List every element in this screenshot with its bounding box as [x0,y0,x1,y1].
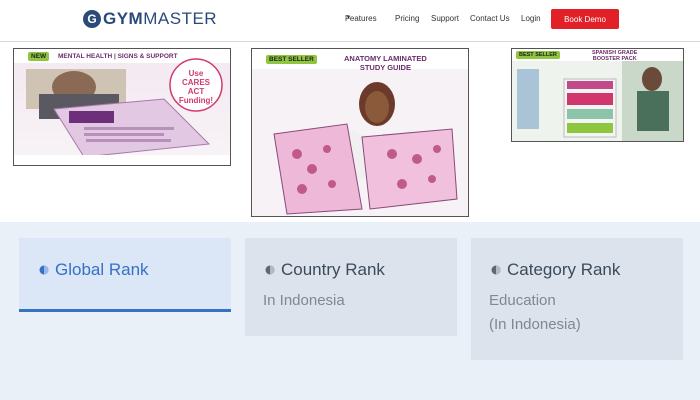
category-name: Education [489,292,556,309]
product-3-banner: SPANISH GRADE BOOSTER PACK [592,50,637,62]
nav-pricing[interactable]: Pricing [395,14,419,23]
country-rank-title-row: Country Rank [265,260,385,280]
tab-global-rank[interactable]: Global Rank [19,238,231,312]
rank-icon [265,265,275,275]
tab-country-rank[interactable]: Country Rank In Indonesia [245,238,457,336]
country-rank-title: Country Rank [281,260,385,279]
global-rank-title: Global Rank [55,260,149,279]
callout-line-3: Funding! [178,96,214,105]
category-rank-title: Category Rank [507,260,621,279]
spanish-booster-illustration [512,49,683,141]
site-header: G GYMMASTER Features ▾ Pricing Support Co… [0,0,700,42]
product-3-banner-line-2: BOOSTER PACK [592,56,637,62]
country-rank-location: In Indonesia [263,292,345,309]
product-image-anatomy[interactable]: BEST SELLER ANATOMY LAMINATED STUDY GUID… [251,48,469,217]
category-rank-location: (In Indonesia) [489,316,581,333]
tab-category-rank[interactable]: Category Rank Education (In Indonesia) [471,238,683,360]
best-seller-badge: BEST SELLER [266,55,317,64]
active-tab-indicator [19,309,231,312]
new-badge: NEW [28,52,50,61]
product-image-spanish[interactable]: BEST SELLER SPANISH GRADE BOOSTER PACK [511,48,684,142]
rank-icon [491,265,501,275]
cares-act-callout: Use CARES ACT Funding! [174,69,218,105]
category-rank-title-row: Category Rank [491,260,620,280]
rank-icon [39,265,49,275]
anatomy-illustration [252,49,468,215]
nav-login[interactable]: Login [521,14,541,23]
chevron-down-icon: ▾ [347,15,351,21]
product-2-banner-line-2: STUDY GUIDE [359,63,411,72]
callout-line-1: Use [188,69,204,78]
rank-section: Global Rank Country Rank In Indonesia Ca… [0,222,700,400]
book-demo-button[interactable]: Book Demo [551,9,619,29]
product-1-banner: MENTAL HEALTH | SIGNS & SUPPORT [58,53,178,60]
product-image-mental-health[interactable]: NEW MENTAL HEALTH | SIGNS & SUPPORT Use … [13,48,231,166]
nav-support[interactable]: Support [431,14,459,23]
callout-line-2: CARES ACT [181,78,210,96]
product-2-banner: ANATOMY LAMINATED STUDY GUIDE [344,54,427,72]
global-rank-title-row: Global Rank [39,260,149,280]
product-2-banner-line-1: ANATOMY LAMINATED [344,54,427,63]
mental-health-illustration [14,49,230,165]
nav-contact[interactable]: Contact Us [470,14,510,23]
best-seller-badge-2: BEST SELLER [516,51,560,59]
